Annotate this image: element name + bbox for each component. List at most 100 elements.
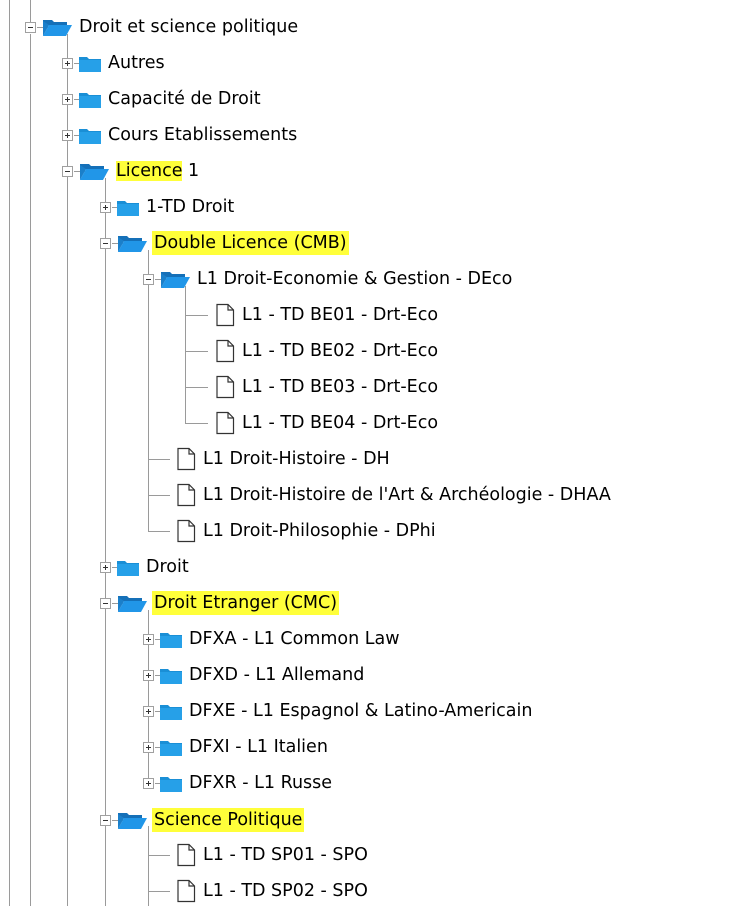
tree-node-sp01[interactable]: L1 - TD SP01 - SPO [175,840,370,870]
node-label: L1 - TD SP02 - SPO [203,881,368,901]
tree-node-autres[interactable]: Autres [62,48,167,78]
node-label: DFXE - L1 Espagnol & Latino-Americain [189,701,533,721]
node-label: L1 Droit-Histoire - DH [203,449,390,469]
tree-line [105,178,106,906]
node-label: Capacité de Droit [108,89,261,109]
tree-node-be04[interactable]: L1 - TD BE04 - Drt-Eco [214,408,440,438]
expand-toggle[interactable] [143,633,154,645]
node-label: L1 Droit-Economie & Gestion - DEco [197,269,513,289]
document-icon [216,303,235,327]
expand-toggle[interactable] [62,57,73,69]
tree-node-capacite-de-droit[interactable]: Capacité de Droit [62,84,263,114]
node-label: Autres [108,53,165,73]
node-label: L1 Droit-Histoire de l'Art & Archéologie… [203,485,611,505]
expand-toggle[interactable] [143,705,154,717]
tree-line [185,423,208,424]
node-label: Droit et science politique [79,17,299,37]
node-label: L1 Droit-Philosophie - DPhi [203,521,436,541]
tree-line [30,34,31,906]
node-label: Licence 1 [114,159,201,183]
folder-open-icon [118,236,147,252]
tree-node-l1-deco[interactable]: L1 Droit-Economie & Gestion - DEco [143,264,514,294]
expand-toggle[interactable] [62,129,73,141]
node-label: DFXA - L1 Common Law [189,629,400,649]
expand-toggle[interactable] [62,93,73,105]
tree-node-droit-science-politique[interactable]: Droit et science politique [25,12,300,42]
folder-tree: Droit et science politique Autres Capaci… [0,0,737,906]
tree-node-l1-dh[interactable]: L1 Droit-Histoire - DH [175,444,392,474]
node-label: 1-TD Droit [146,197,235,217]
tree-line [185,387,208,388]
collapse-toggle[interactable] [100,237,111,249]
highlighted-text: Licence [116,161,183,181]
document-icon [177,447,196,471]
node-label: Science Politique [152,808,305,832]
tree-node-dfxd[interactable]: DFXD - L1 Allemand [143,660,366,690]
tree-node-double-licence[interactable]: Double Licence (CMB) [100,228,349,258]
tree-node-1-td-droit[interactable]: 1-TD Droit [100,192,236,222]
folder-icon [160,705,182,720]
expand-toggle[interactable] [143,741,154,753]
node-label: DFXI - L1 Italien [189,737,328,757]
tree-node-droit[interactable]: Droit [100,552,191,582]
tree-line [185,286,186,423]
folder-icon [160,633,182,648]
document-icon [177,879,196,903]
tree-node-l1-dphi[interactable]: L1 Droit-Philosophie - DPhi [175,516,438,546]
tree-node-dfxi[interactable]: DFXI - L1 Italien [143,732,330,762]
folder-open-icon [118,596,147,612]
node-label: L1 - TD SP01 - SPO [203,845,368,865]
tree-node-dfxa[interactable]: DFXA - L1 Common Law [143,624,402,654]
tree-node-be02[interactable]: L1 - TD BE02 - Drt-Eco [214,336,440,366]
tree-node-dfxe[interactable]: DFXE - L1 Espagnol & Latino-Americain [143,696,534,726]
folder-icon [79,129,101,144]
node-label: Double Licence (CMB) [152,231,349,255]
tree-node-cours-etablissements[interactable]: Cours Etablissements [62,120,299,150]
document-icon [177,519,196,543]
expand-toggle[interactable] [100,561,111,573]
node-label: Droit [146,557,189,577]
expand-toggle[interactable] [143,669,154,681]
collapse-toggle[interactable] [62,165,73,177]
node-label: Cours Etablissements [108,125,298,145]
node-label: DFXR - L1 Russe [189,773,333,793]
node-label: Droit Etranger (CMC) [152,591,340,615]
tree-line [148,891,170,892]
node-label: L1 - TD BE03 - Drt-Eco [242,377,439,397]
folder-icon [79,93,101,108]
tree-border-line [9,0,10,906]
folder-open-icon [118,813,147,829]
tree-node-be01[interactable]: L1 - TD BE01 - Drt-Eco [214,300,440,330]
folder-icon [79,57,101,72]
tree-line [148,459,170,460]
expand-toggle[interactable] [143,777,154,789]
collapse-toggle[interactable] [143,273,154,285]
expand-toggle[interactable] [100,201,111,213]
tree-node-droit-etranger[interactable]: Droit Etranger (CMC) [100,588,340,618]
tree-node-dfxr[interactable]: DFXR - L1 Russe [143,768,334,798]
document-icon [216,375,235,399]
tree-line [148,826,149,906]
folder-icon [160,777,182,792]
folder-open-icon [161,272,190,288]
node-label-suffix: 1 [182,161,200,181]
document-icon [216,339,235,363]
collapse-toggle[interactable] [100,814,111,826]
folder-open-icon [80,164,109,180]
tree-node-science-politique[interactable]: Science Politique [100,805,305,835]
tree-node-l1-dhaa[interactable]: L1 Droit-Histoire de l'Art & Archéologie… [175,480,613,510]
tree-line [185,315,208,316]
tree-node-be03[interactable]: L1 - TD BE03 - Drt-Eco [214,372,440,402]
document-icon [216,411,235,435]
tree-node-licence-1[interactable]: Licence 1 [62,156,201,186]
folder-icon [160,741,182,756]
folder-icon [117,201,139,216]
document-icon [177,483,196,507]
collapse-toggle[interactable] [100,597,111,609]
tree-line [148,531,170,532]
collapse-toggle[interactable] [25,21,36,33]
tree-node-sp02[interactable]: L1 - TD SP02 - SPO [175,876,370,906]
folder-icon [117,561,139,576]
node-label: L1 - TD BE02 - Drt-Eco [242,341,439,361]
tree-line [148,495,170,496]
